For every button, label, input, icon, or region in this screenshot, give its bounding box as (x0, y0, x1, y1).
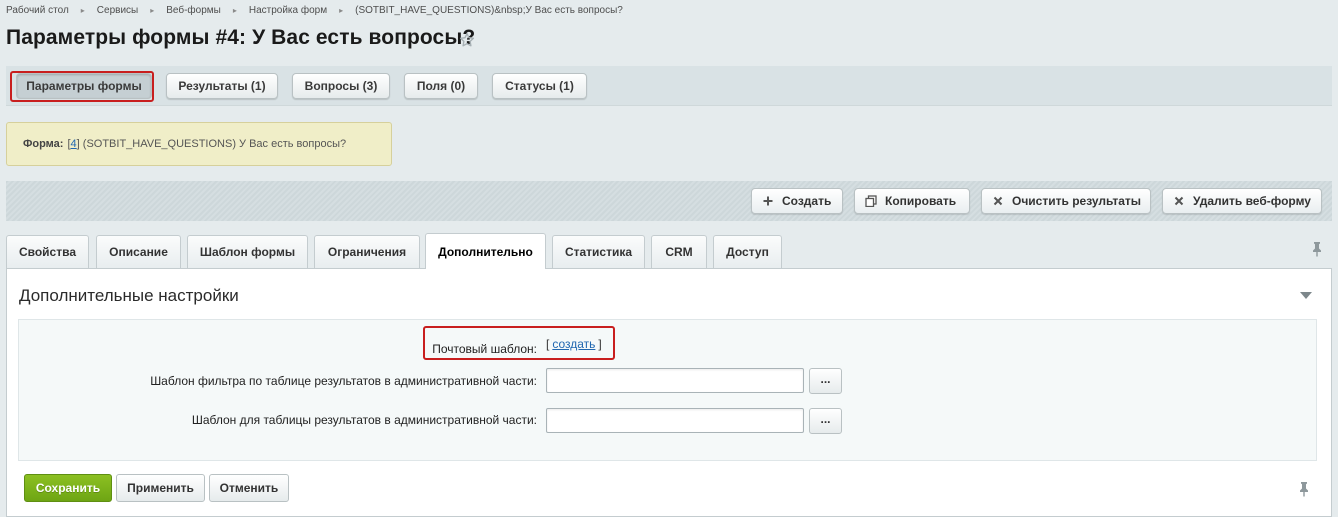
save-button[interactable]: Сохранить (24, 474, 112, 502)
tab-label: Доступ (726, 245, 769, 259)
note-text: (SOTBIT_HAVE_QUESTIONS) У Вас есть вопро… (82, 138, 347, 150)
close-icon (1174, 196, 1184, 206)
star-icon[interactable] (458, 31, 476, 49)
context-tab-label: Статусы (1) (505, 79, 574, 93)
copy-icon (865, 195, 877, 207)
tab-label: Шаблон формы (199, 245, 296, 259)
tab-access[interactable]: Доступ (713, 235, 782, 268)
tab-properties[interactable]: Свойства (6, 235, 89, 268)
table-template-label: Шаблон для таблицы результатов в админис… (191, 413, 537, 427)
mail-template-control: [создать] (546, 337, 602, 351)
create-button-label: Создать (782, 194, 832, 208)
context-tab-results[interactable]: Результаты (1) (166, 73, 278, 99)
mail-template-label: Почтовый шаблон: (432, 342, 537, 356)
breadcrumb-item-desktop[interactable]: Рабочий стол (6, 5, 69, 16)
mail-template-bracket-close: ] (598, 337, 602, 351)
context-tab-label: Поля (0) (416, 79, 466, 93)
note-label: Форма: (23, 138, 64, 150)
delete-webform-button[interactable]: Удалить веб-форму (1162, 188, 1322, 214)
context-tab-label: Параметры формы (26, 79, 142, 93)
copy-button[interactable]: Копировать (854, 188, 970, 214)
table-template-input[interactable] (546, 408, 804, 433)
tab-label: CRM (665, 245, 693, 259)
tab-form-template[interactable]: Шаблон формы (187, 235, 308, 268)
context-tab-label: Вопросы (3) (304, 79, 378, 93)
tab-additional[interactable]: Дополнительно (425, 233, 546, 269)
create-button[interactable]: Создать (751, 188, 843, 214)
tab-crm[interactable]: CRM (651, 235, 707, 268)
tab-label: Ограничения (327, 245, 407, 259)
context-tabs-bar: Параметры формы Результаты (1) Вопросы (… (6, 66, 1332, 106)
breadcrumb: Рабочий стол ▸ Сервисы ▸ Веб-формы ▸ Нас… (6, 3, 623, 17)
filter-template-label: Шаблон фильтра по таблице результатов в … (150, 374, 537, 388)
tab-label: Дополнительно (438, 244, 533, 259)
apply-button[interactable]: Применить (116, 474, 205, 502)
context-tab-questions[interactable]: Вопросы (3) (292, 73, 390, 99)
cancel-button[interactable]: Отменить (209, 474, 289, 502)
tab-restrictions[interactable]: Ограничения (314, 235, 420, 268)
form-info-note: Форма: [4] (SOTBIT_HAVE_QUESTIONS) У Вас… (6, 122, 392, 166)
create-mail-template-link[interactable]: создать (552, 337, 595, 351)
plus-icon (763, 196, 773, 206)
breadcrumb-item-current-form[interactable]: (SOTBIT_HAVE_QUESTIONS)&nbsp;У Вас есть … (355, 5, 623, 16)
tab-label: Статистика (564, 245, 633, 259)
filter-template-input[interactable] (546, 368, 804, 393)
context-tab-statuses[interactable]: Статусы (1) (492, 73, 587, 99)
collapse-arrow-icon[interactable] (1299, 291, 1313, 300)
table-template-browse-button[interactable]: ... (809, 408, 842, 434)
context-tab-label: Результаты (1) (178, 79, 266, 93)
tab-statistics[interactable]: Статистика (552, 235, 645, 268)
breadcrumb-item-form-settings[interactable]: Настройка форм (249, 5, 327, 16)
tab-label: Свойства (18, 245, 77, 259)
copy-button-label: Копировать (885, 194, 957, 208)
note-bracket-close: ] (76, 138, 80, 150)
clear-results-label: Очистить результаты (1012, 194, 1141, 208)
breadcrumb-item-services[interactable]: Сервисы (97, 5, 138, 16)
tab-description[interactable]: Описание (96, 235, 181, 268)
delete-webform-label: Удалить веб-форму (1193, 194, 1311, 208)
breadcrumb-separator-icon: ▸ (80, 5, 85, 15)
breadcrumb-item-webforms[interactable]: Веб-формы (166, 5, 221, 16)
breadcrumb-separator-icon: ▸ (232, 5, 237, 15)
additional-settings-form: Почтовый шаблон: [создать] Шаблон фильтр… (18, 319, 1317, 461)
section-title: Дополнительные настройки (19, 286, 239, 305)
context-tab-form-params[interactable]: Параметры формы (16, 73, 152, 99)
settings-panel: Дополнительные настройки Почтовый шаблон… (6, 268, 1332, 517)
filter-template-browse-button[interactable]: ... (809, 368, 842, 394)
mail-template-bracket-open: [ (546, 337, 550, 351)
tab-label: Описание (109, 245, 168, 259)
close-icon (993, 196, 1003, 206)
page-title: Параметры формы #4: У Вас есть вопросы? (6, 26, 476, 49)
clear-results-button[interactable]: Очистить результаты (981, 188, 1151, 214)
breadcrumb-separator-icon: ▸ (150, 5, 155, 15)
action-toolbar: Создать Копировать Очистить результаты У… (6, 181, 1332, 221)
pin-icon[interactable] (1311, 241, 1323, 257)
pin-icon[interactable] (1298, 481, 1310, 497)
context-tab-fields[interactable]: Поля (0) (404, 73, 478, 99)
breadcrumb-separator-icon: ▸ (339, 5, 344, 15)
